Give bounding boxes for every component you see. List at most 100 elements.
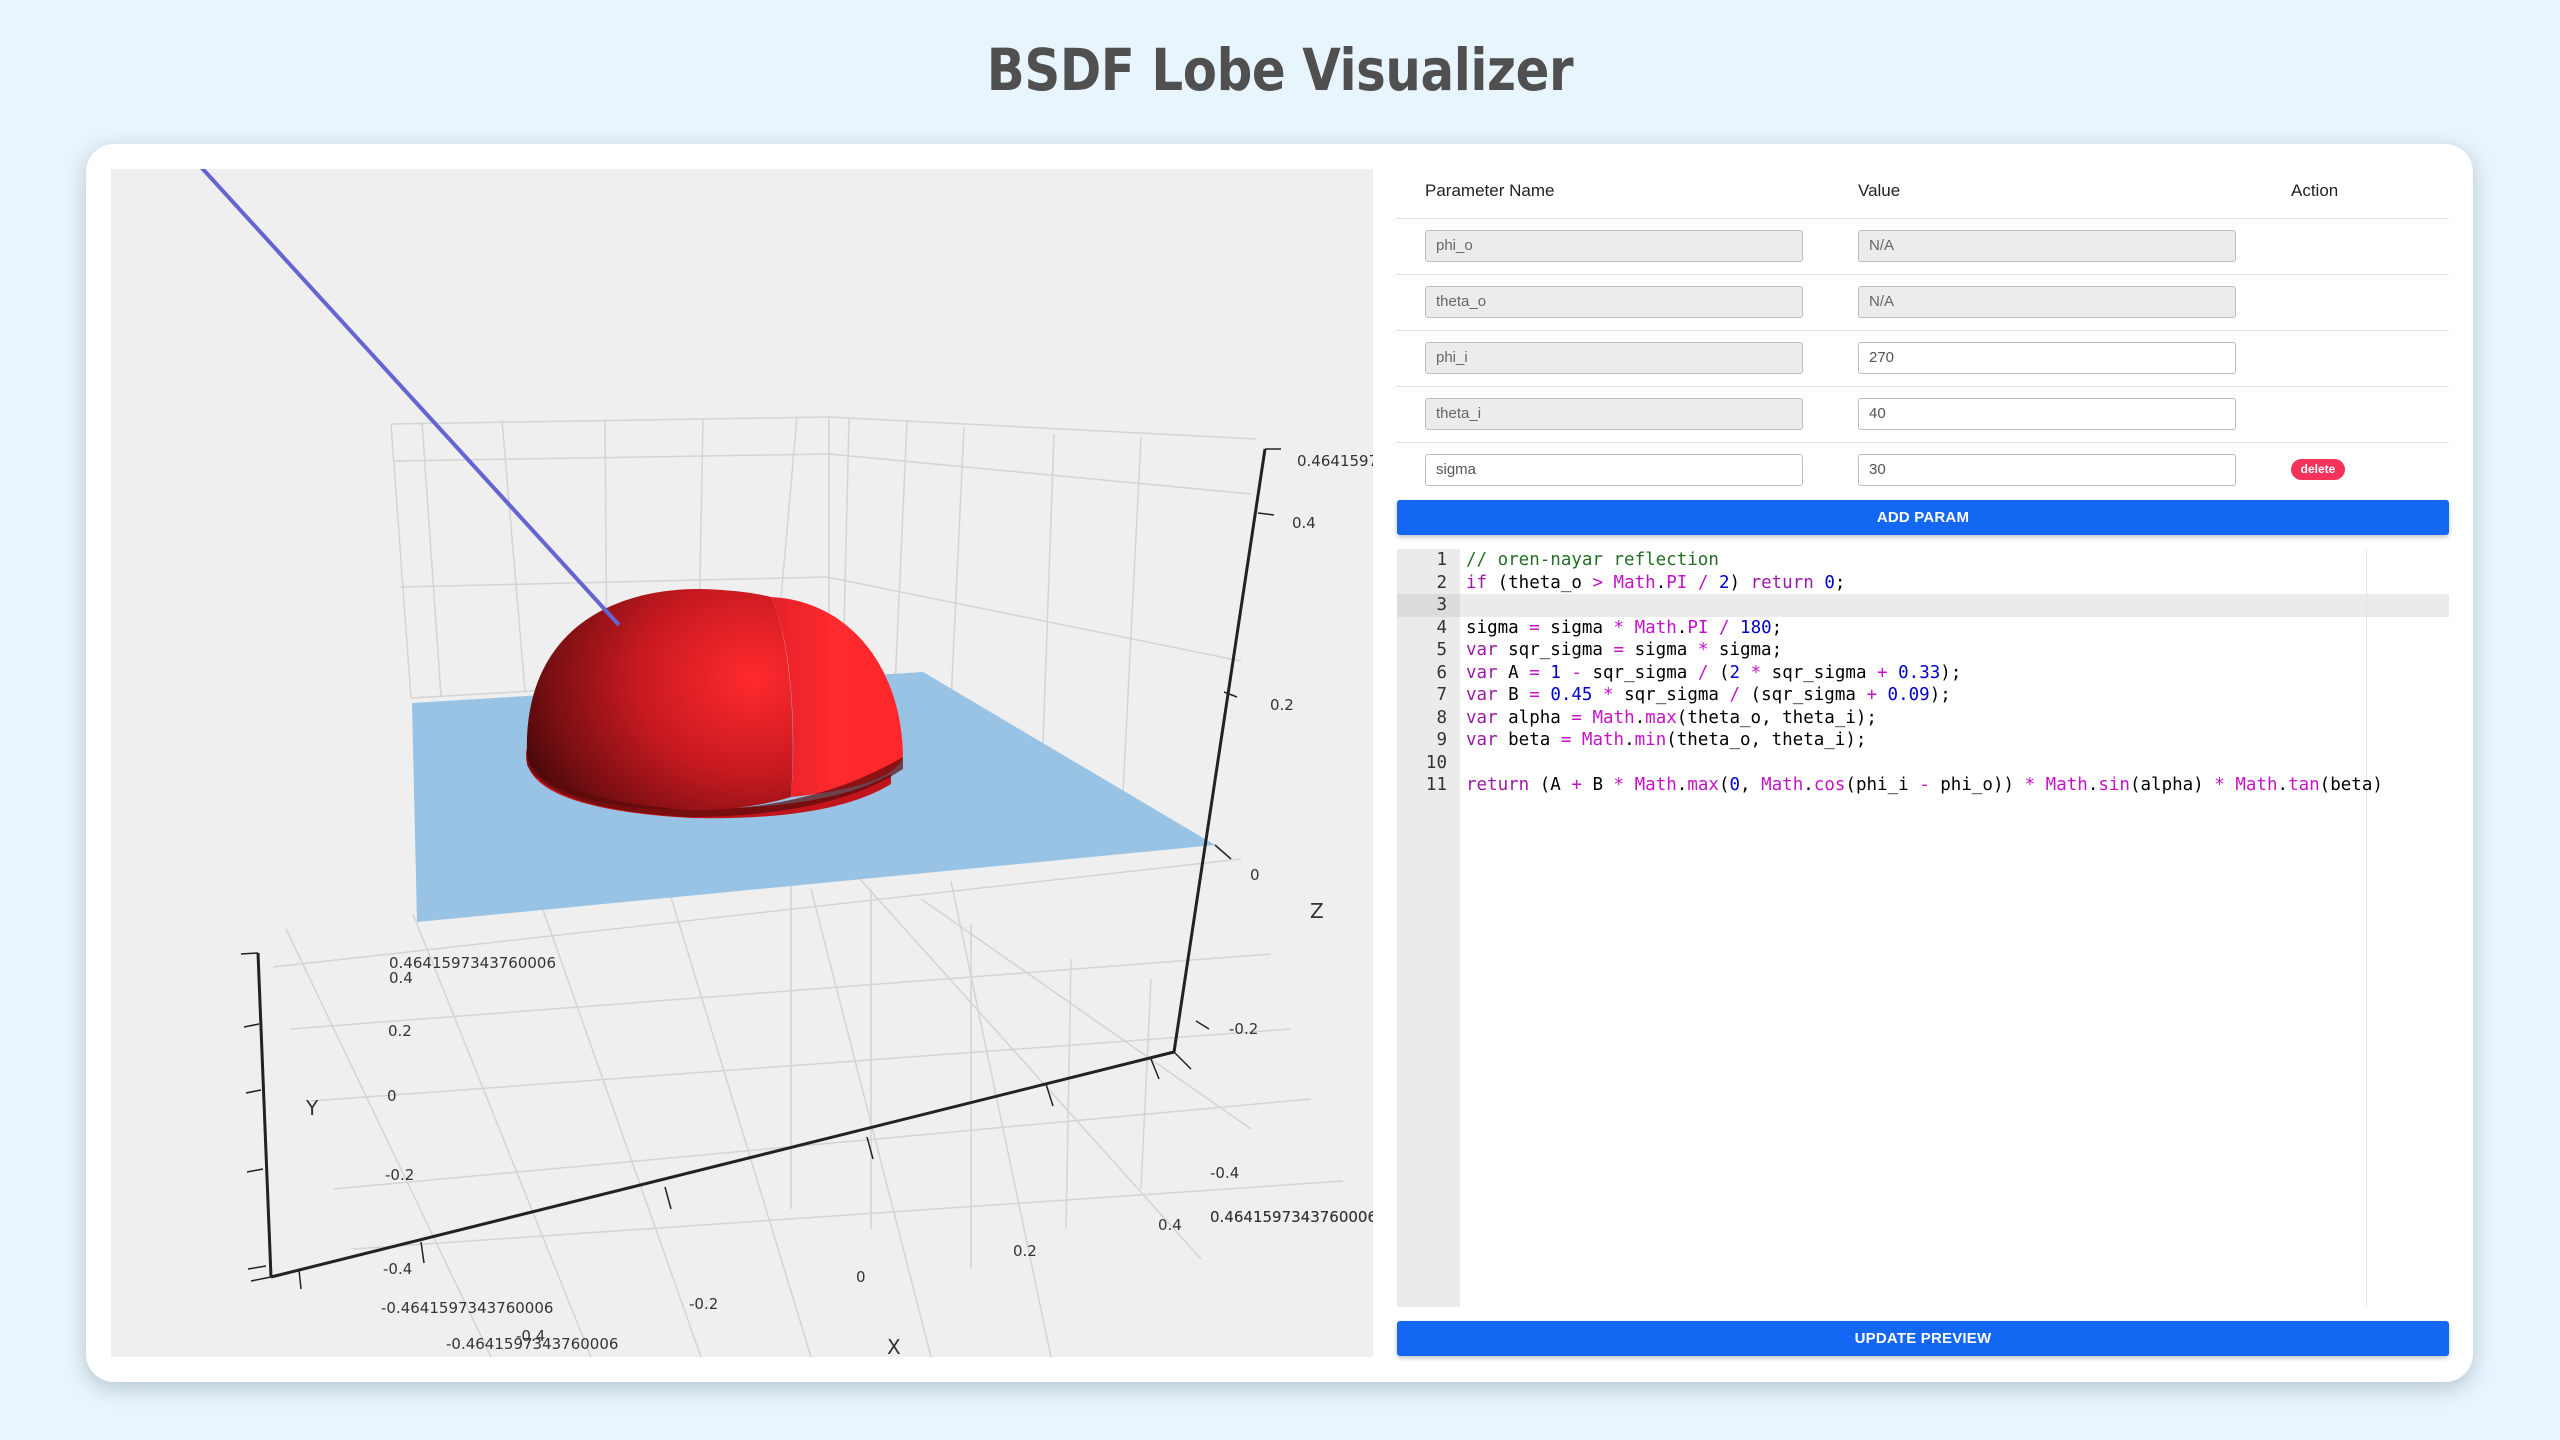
code-token-op: /: [1729, 685, 1741, 705]
code-token-number: 1: [1550, 662, 1561, 683]
grid-line: [501, 419, 526, 692]
grid-line: [285, 928, 492, 1357]
code-token-number: 0.09: [1887, 685, 1930, 705]
y-tick-label: 0.2: [388, 1022, 412, 1040]
header-value: Value: [1858, 181, 1901, 200]
code-token-plain: (A: [1529, 775, 1572, 795]
update-preview-button[interactable]: UPDATE PREVIEW: [1397, 1321, 2449, 1356]
line-number: 9: [1436, 730, 1447, 750]
grid-line: [893, 421, 908, 710]
x-axis-line: [270, 1050, 1175, 1279]
code-token-plain: ,: [1740, 775, 1762, 795]
code-token-number: 0: [1729, 775, 1741, 795]
code-token-plain: (theta_o: [1487, 572, 1593, 593]
grid-line: [399, 576, 828, 588]
code-token-op: *: [2024, 775, 2036, 795]
code-token-keyword: if: [1466, 572, 1488, 593]
grid-line: [828, 416, 1257, 440]
code-text: // oren-nayar reflection: [1466, 549, 1719, 572]
code-token-keyword: return: [1466, 775, 1530, 795]
code-token-builtin: tan: [2288, 775, 2320, 795]
code-token-builtin: sin: [2098, 775, 2130, 795]
code-token-plain: (theta_o, theta_i);: [1666, 730, 1867, 750]
param-value-input: N/A: [1858, 230, 2236, 262]
z-axis-tick: [1257, 512, 1275, 516]
grid-line: [310, 1028, 1292, 1102]
code-token-keyword: var: [1466, 685, 1498, 705]
param-name-input: phi_o: [1425, 230, 1803, 262]
y-axis-tick: [247, 1265, 267, 1270]
param-value-input[interactable]: 30: [1858, 454, 2236, 486]
code-token-plain: .: [1676, 617, 1688, 638]
x-tick-label: -0.4: [516, 1327, 545, 1345]
code-token-builtin: cos: [1813, 775, 1846, 795]
grid-line: [950, 880, 1052, 1357]
line-number: 2: [1436, 572, 1447, 593]
y-tick-label: -0.4: [383, 1260, 412, 1278]
code-token-plain: sigma: [1466, 617, 1530, 638]
plot-3d-viewport[interactable]: 0.4641597 0.4 0.2 0 -0.2 -0.4 Z 0.4641597343760…: [111, 169, 1373, 1357]
y-axis-line: [256, 952, 273, 1278]
param-value-input[interactable]: 40: [1858, 398, 2236, 430]
code-token-builtin: Math: [1592, 707, 1635, 728]
line-number: 4: [1436, 617, 1447, 638]
param-name-input[interactable]: sigma: [1425, 454, 1803, 486]
code-token-plain: (beta): [2319, 775, 2383, 795]
line-number: 5: [1436, 640, 1447, 660]
grid-line: [826, 576, 1242, 662]
grid-line: [1065, 958, 1072, 1230]
code-token-plain: .: [1676, 775, 1688, 795]
param-row: theta_o N/A: [1397, 274, 2449, 331]
code-editor[interactable]: 1// oren-nayar reflection 2 if (theta_o > …: [1397, 549, 2449, 1307]
code-text: return (A + B * Math.max(0, Math.cos(phi…: [1466, 774, 2383, 797]
z-tick-label: 0.4641597: [1297, 452, 1373, 470]
delete-param-button[interactable]: delete: [2291, 459, 2345, 480]
z-axis-tick: [1223, 691, 1238, 698]
code-token-plain: phi_o)): [1929, 775, 2025, 795]
grid-line: [540, 903, 702, 1357]
code-token-builtin: Math: [1761, 775, 1804, 795]
code-token-plain: .: [2277, 775, 2289, 795]
code-token-plain: alpha: [1497, 707, 1572, 728]
x-tick-label: -0.2: [689, 1295, 718, 1313]
y-tick-label: -0.2: [385, 1166, 414, 1184]
code-text: var beta = Math.min(theta_o, theta_i);: [1466, 729, 1866, 752]
grid-line: [393, 453, 830, 462]
add-param-button[interactable]: ADD PARAM: [1397, 500, 2449, 535]
code-text: var alpha = Math.max(theta_o, theta_i);: [1466, 707, 1877, 730]
code-token-plain: sqr_sigma: [1761, 662, 1878, 683]
code-token-plain: ;: [1834, 572, 1846, 593]
code-token-plain: (alpha): [2129, 775, 2215, 795]
param-row: phi_i 270: [1397, 330, 2449, 387]
code-token-number: 2: [1729, 662, 1741, 683]
grid-line: [1120, 436, 1142, 835]
code-token-plain: (: [1708, 662, 1730, 683]
x-tick-label: 0: [856, 1268, 866, 1286]
code-token-number: 0.45: [1550, 685, 1593, 705]
grid-line: [828, 453, 1252, 495]
code-token-builtin: Math: [1581, 730, 1625, 750]
y-axis-tick: [240, 952, 259, 955]
code-token-plain: sqr_sigma: [1613, 685, 1730, 705]
param-value-input[interactable]: 270: [1858, 342, 2236, 374]
x-tick-label: 0.2: [1013, 1242, 1037, 1260]
code-token-builtin: PI: [1666, 572, 1688, 593]
code-token-plain: sqr_sigma: [1581, 662, 1698, 683]
x-axis-tick: [420, 1241, 425, 1264]
plot-3d-canvas[interactable]: 0.4641597 0.4 0.2 0 -0.2 -0.4 Z 0.4641597343760…: [111, 169, 1373, 1357]
grid-line: [390, 416, 830, 425]
code-token-op: *: [1697, 640, 1709, 660]
code-token-number: 0: [1824, 572, 1835, 593]
code-token-number: 0.33: [1898, 662, 1941, 683]
code-token-number: 2: [1718, 572, 1730, 593]
line-number: 6: [1436, 662, 1447, 683]
code-token-op: +: [1866, 685, 1877, 705]
code-token-number: 180: [1740, 617, 1772, 638]
code-token-plain: sigma: [1539, 617, 1614, 638]
